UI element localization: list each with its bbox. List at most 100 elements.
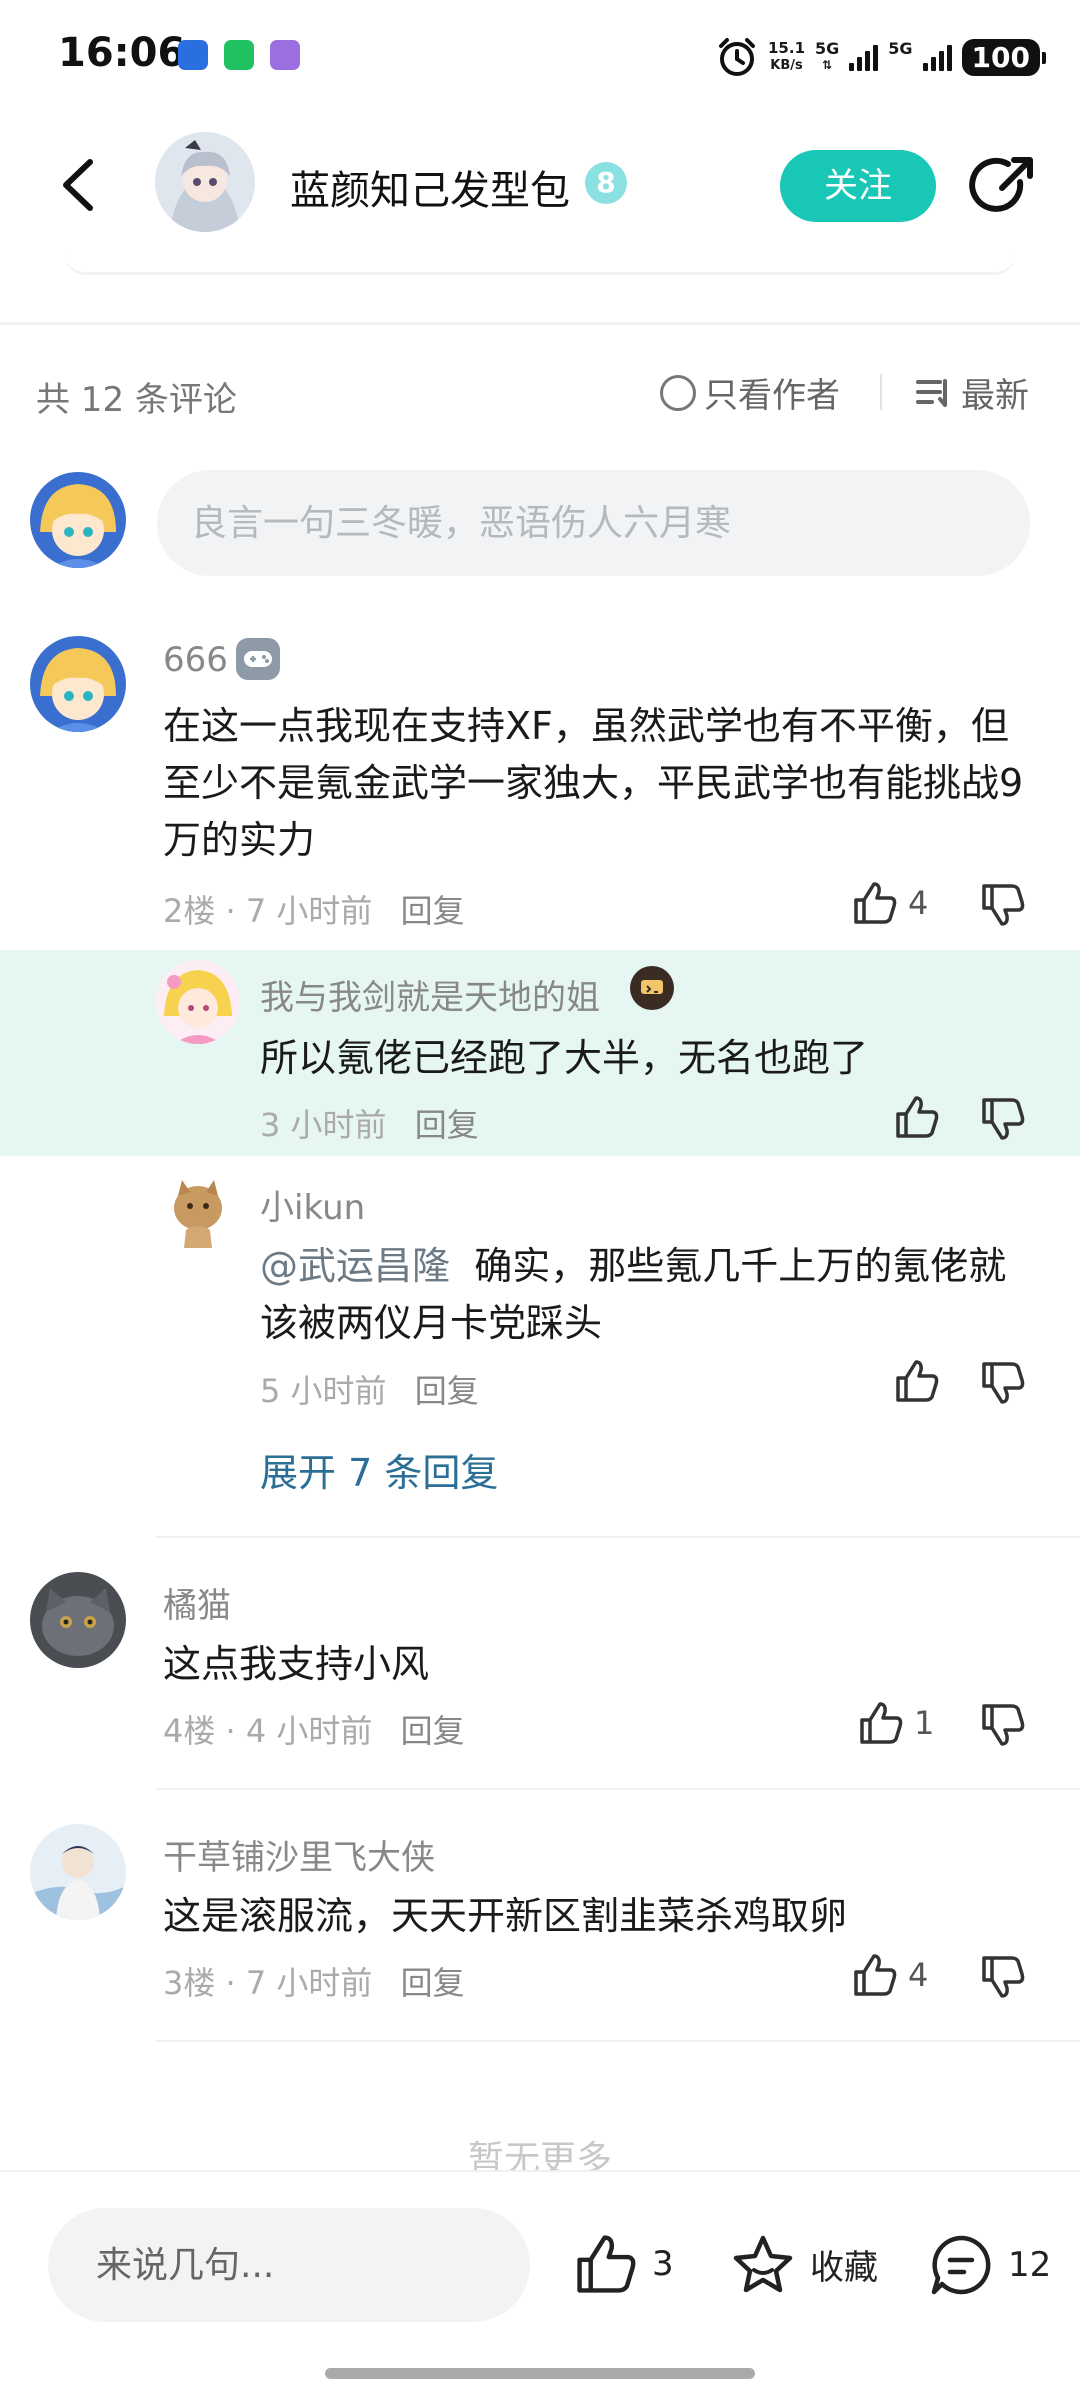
author-only-toggle[interactable]: 只看作者 <box>660 368 840 417</box>
reply-meta: 5 小时前 回复 <box>260 1366 479 1412</box>
commenter-avatar[interactable] <box>30 636 126 732</box>
floor-label: 4楼 <box>163 1712 216 1750</box>
data-arrows-icon: ⇅ <box>822 58 833 72</box>
chevron-left-icon <box>63 159 93 211</box>
dislike-button[interactable] <box>980 1360 1026 1410</box>
commenter-name[interactable]: 干草铺沙里飞大侠 <box>163 1830 435 1879</box>
network-speed: 15.1 KB/s <box>768 40 805 74</box>
reply-avatar[interactable] <box>156 1170 240 1254</box>
gamepad-badge-icon <box>236 638 280 680</box>
reply-button[interactable]: 回复 <box>401 1712 465 1750</box>
thumbs-up-icon <box>896 1096 939 1138</box>
reply-button[interactable]: 回复 <box>401 892 465 930</box>
speed-unit: KB/s <box>770 58 803 73</box>
comment-bubble-icon <box>931 2235 991 2295</box>
like-button[interactable]: 1 <box>858 1700 934 1746</box>
dislike-button[interactable] <box>980 1702 1026 1752</box>
reply-text: @武运昌隆 确实，那些氪几千上万的氪佬就该被两仪月卡党踩头 <box>260 1238 1030 1352</box>
thumbs-up-icon <box>577 2235 636 2293</box>
divider <box>156 2040 1080 2042</box>
reply-user-name[interactable]: 我与我剑就是天地的姐 <box>260 970 600 1019</box>
like-count: 4 <box>908 1956 929 1994</box>
collect-label: 收藏 <box>810 2247 878 2288</box>
like-button[interactable] <box>894 1358 940 1408</box>
thumbs-up-icon <box>854 1954 897 1996</box>
bottom-action-bar: 3 收藏 12 <box>0 2170 1080 2400</box>
blue-app-icon <box>178 40 208 70</box>
back-button[interactable] <box>50 150 110 220</box>
like-count: 4 <box>908 884 929 922</box>
comment-time: 7 小时前 <box>245 892 373 930</box>
dislike-button[interactable] <box>980 882 1026 932</box>
alarm-icon <box>719 38 755 76</box>
follow-button[interactable]: 关注 <box>780 150 936 222</box>
like-count: 1 <box>914 1704 935 1742</box>
comment-meta: 4楼 · 4 小时前 回复 <box>163 1712 465 1750</box>
commenter-name[interactable]: 666 <box>163 640 228 680</box>
reply-button[interactable]: 回复 <box>401 1964 465 2002</box>
comment-text: 这是滚服流，天天开新区割韭菜杀鸡取卵 <box>163 1894 848 1938</box>
speed-value: 15.1 <box>768 39 806 57</box>
post-like-button[interactable]: 3 <box>574 2232 674 2296</box>
like-button[interactable]: 4 <box>852 880 928 926</box>
comments-count: 12 <box>1008 2245 1052 2285</box>
comment-text: 这点我支持小风 <box>163 1642 430 1686</box>
commenter-avatar[interactable] <box>30 1824 126 1920</box>
comment-time: 7 小时前 <box>245 1964 373 2002</box>
battery-icon: 100 <box>961 38 1047 76</box>
divider <box>156 1536 1080 1538</box>
share-button[interactable] <box>968 152 1038 222</box>
reply-text: 所以氪佬已经跑了大半，无名也跑了 <box>260 1036 869 1080</box>
reply-time: 3 小时前 <box>260 1106 387 1144</box>
like-button[interactable]: 4 <box>852 1952 928 1998</box>
badge-icon <box>630 966 674 1010</box>
thumbs-down-icon <box>982 1098 1025 1140</box>
status-time: 16:06 <box>58 30 186 76</box>
reply-avatar[interactable] <box>156 960 240 1044</box>
thumbs-up-icon <box>860 1702 903 1744</box>
divider <box>156 1788 1080 1790</box>
wechat-icon <box>224 40 254 70</box>
dislike-button[interactable] <box>980 1096 1026 1146</box>
network-type-2: 5G <box>888 41 912 73</box>
dislike-button[interactable] <box>980 1954 1026 2004</box>
purple-app-icon <box>270 40 300 70</box>
star-icon <box>733 2235 793 2293</box>
signal-icon-2 <box>922 43 952 71</box>
status-indicators: 15.1 KB/s 5G ⇅ 5G 100 <box>716 34 1047 80</box>
thumbs-down-icon <box>982 1362 1025 1404</box>
network-type-1: 5G ⇅ <box>815 41 839 73</box>
signal-icon-1 <box>849 43 879 71</box>
floor-label: 2楼 <box>163 892 216 930</box>
author-avatar[interactable] <box>155 132 255 232</box>
expand-replies-button[interactable]: 展开 7 条回复 <box>260 1442 498 1497</box>
like-button[interactable] <box>894 1094 940 1144</box>
divider <box>0 322 1080 325</box>
sort-button[interactable]: 最新 <box>915 368 1029 417</box>
status-bar: 16:06 15.1 KB/s 5G ⇅ 5G 100 <box>0 0 1080 110</box>
home-indicator <box>325 2368 755 2379</box>
reply-button[interactable]: 回复 <box>415 1372 479 1410</box>
my-avatar <box>30 472 126 568</box>
post-card-edge <box>65 255 1015 275</box>
commenter-name[interactable]: 橘猫 <box>163 1578 231 1627</box>
comment-input[interactable] <box>157 470 1030 576</box>
post-like-count: 3 <box>652 2244 674 2284</box>
author-only-label: 只看作者 <box>704 376 840 416</box>
commenter-avatar[interactable] <box>30 1572 126 1668</box>
level-badge: 8 <box>585 162 627 204</box>
reply-user-name[interactable]: 小ikun <box>260 1180 365 1229</box>
comment-text: 在这一点我现在支持XF，虽然武学也有不平衡，但至少不是氪金武学一家独大，平民武学… <box>163 704 1024 862</box>
net-label-1: 5G <box>815 39 840 58</box>
thumbs-down-icon <box>982 1956 1025 1998</box>
sort-label: 最新 <box>961 376 1029 416</box>
bottom-comment-input[interactable] <box>48 2208 530 2322</box>
toolbar-separator <box>880 374 882 410</box>
mention-link[interactable]: @武运昌隆 <box>260 1244 450 1288</box>
comment-meta: 3楼 · 7 小时前 回复 <box>163 1964 465 2002</box>
radio-circle-icon <box>660 374 696 411</box>
collect-button[interactable]: 收藏 <box>730 2232 878 2296</box>
thumbs-up-icon <box>896 1360 939 1402</box>
reply-button[interactable]: 回复 <box>415 1106 479 1144</box>
comments-button[interactable]: 12 <box>928 2232 1051 2298</box>
